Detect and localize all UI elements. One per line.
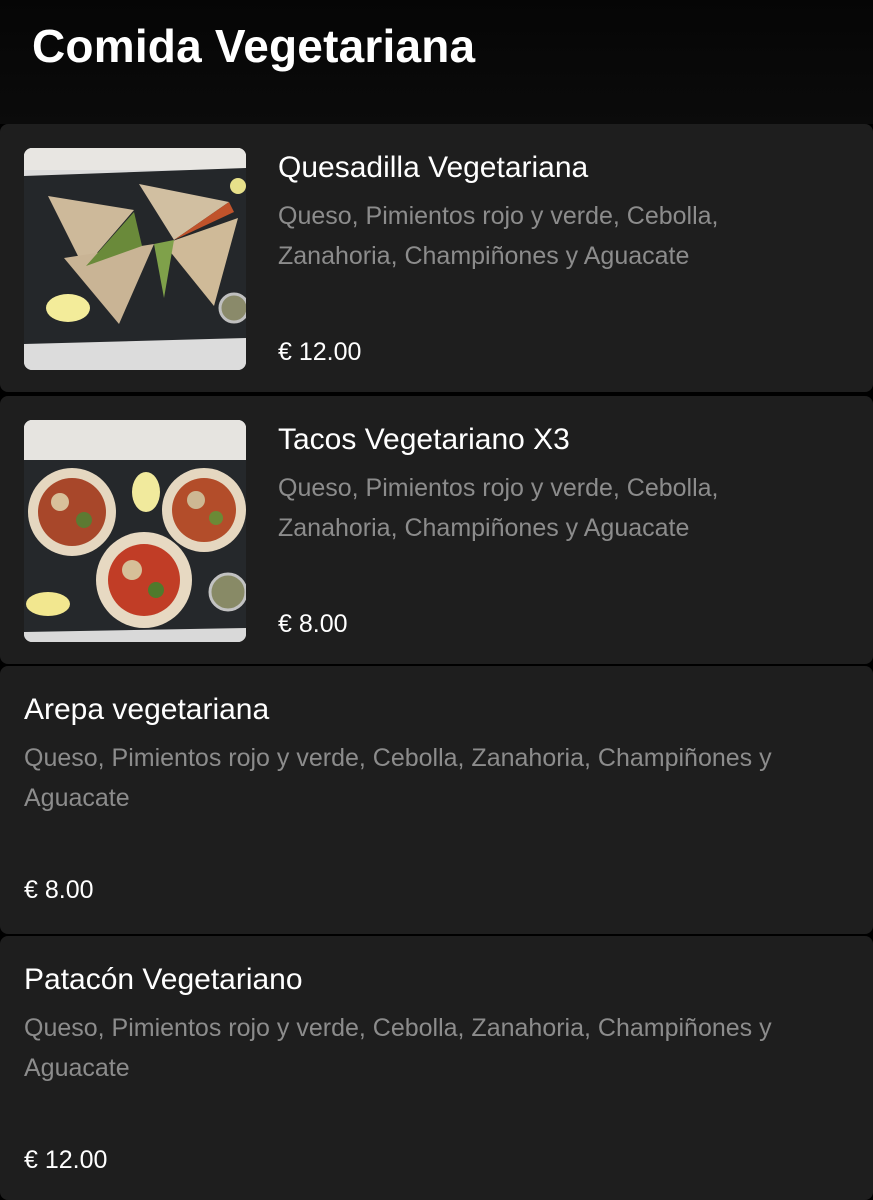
item-price: € 8.00 bbox=[278, 610, 348, 638]
menu-item-arepa[interactable]: Arepa vegetariana Queso, Pimientos rojo … bbox=[0, 666, 873, 934]
header: Comida Vegetariana bbox=[0, 0, 873, 124]
menu-item-quesadilla[interactable]: Quesadilla Vegetariana Queso, Pimientos … bbox=[0, 124, 873, 392]
item-name: Tacos Vegetariano X3 bbox=[278, 423, 570, 456]
item-name: Quesadilla Vegetariana bbox=[278, 151, 589, 184]
item-name: Arepa vegetariana bbox=[24, 693, 270, 726]
item-description: Queso, Pimientos rojo y verde, Cebolla, … bbox=[24, 1014, 772, 1082]
tacos-photo[interactable] bbox=[24, 420, 246, 642]
item-description: Queso, Pimientos rojo y verde, Cebolla, … bbox=[278, 202, 719, 270]
item-description: Queso, Pimientos rojo y verde, Cebolla, … bbox=[278, 474, 719, 542]
item-price: € 8.00 bbox=[24, 876, 94, 904]
item-price: € 12.00 bbox=[278, 338, 362, 366]
page-title: Comida Vegetariana bbox=[32, 20, 476, 72]
menu-item-patacon[interactable]: Patacón Vegetariano Queso, Pimientos roj… bbox=[0, 936, 873, 1200]
item-price: € 12.00 bbox=[24, 1146, 108, 1174]
quesadilla-photo[interactable] bbox=[24, 148, 246, 370]
item-description: Queso, Pimientos rojo y verde, Cebolla, … bbox=[24, 744, 772, 812]
menu-item-tacos[interactable]: Tacos Vegetariano X3 Queso, Pimientos ro… bbox=[0, 396, 873, 664]
item-name: Patacón Vegetariano bbox=[24, 963, 303, 996]
